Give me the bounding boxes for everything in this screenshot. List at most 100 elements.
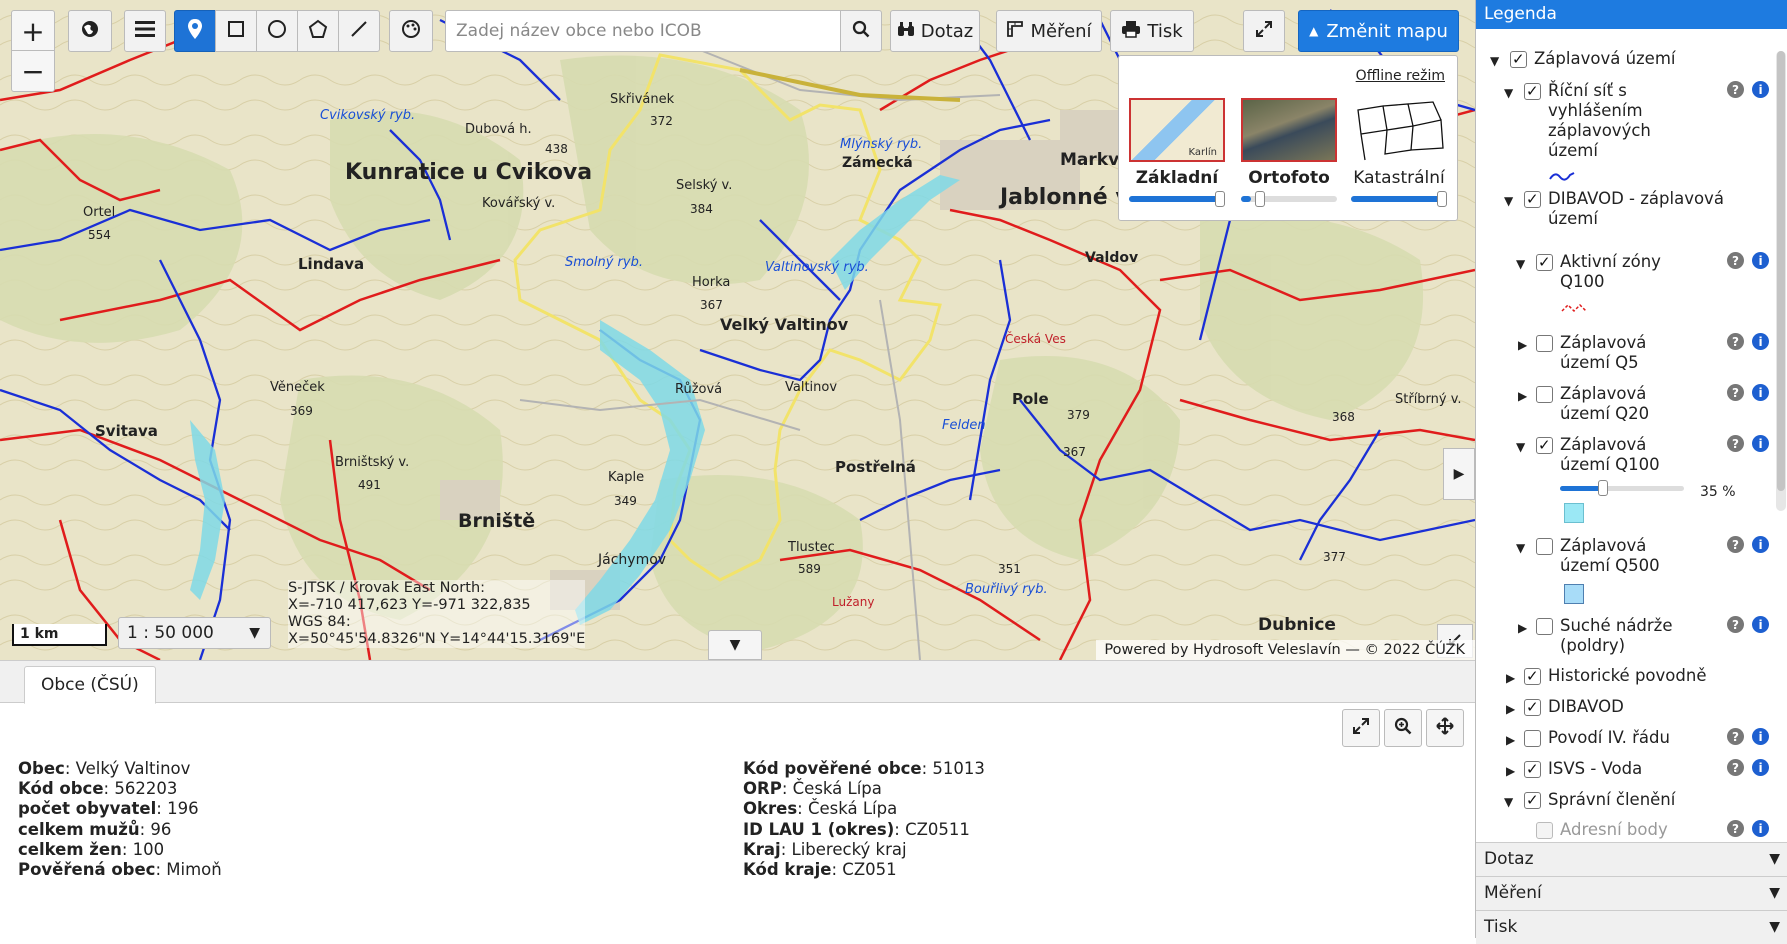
print-button-label: Tisk [1147,20,1183,42]
section-mereni-label: Měření [1484,883,1542,903]
section-mereni[interactable]: Měření ▼ [1476,876,1787,910]
basemap-option-katastralni[interactable]: Katastrální [1351,98,1447,207]
toggle-legend-button[interactable]: ▶ [1443,448,1475,500]
legend-scrollbar-thumb[interactable] [1777,51,1785,491]
legend-checkbox[interactable] [1524,790,1541,810]
basemap-thumb-ortofoto [1241,98,1337,162]
legend-scrollbar[interactable] [1776,51,1786,511]
zoom-out-button[interactable]: − [11,50,55,92]
layers-menu-button[interactable] [124,10,166,52]
info-icon[interactable]: i [1752,252,1769,269]
legend-title[interactable]: Legenda [1476,0,1787,29]
legend-symbol-river [1549,172,1575,181]
basemap-option-ortofoto[interactable]: Ortofoto [1241,98,1337,207]
offline-mode-link[interactable]: Offline režim [1356,68,1445,84]
help-icon[interactable]: ? [1727,435,1744,452]
zoom-in-button[interactable]: + [11,10,55,52]
select-rectangle-button[interactable] [215,10,257,52]
section-tisk[interactable]: Tisk ▼ [1476,910,1787,944]
legend-checkbox[interactable] [1524,697,1541,717]
zoom-to-feature-button[interactable] [1384,709,1422,747]
help-icon[interactable]: ? [1727,384,1744,401]
info-icon[interactable]: i [1752,728,1769,745]
help-icon[interactable]: ? [1727,252,1744,269]
caret-up-icon: ▲ [1309,24,1319,38]
caret-down-icon[interactable]: ▼ [1516,538,1525,558]
caret-right-icon[interactable]: ▶ [1518,386,1527,406]
info-icon[interactable]: i [1752,333,1769,350]
legend-checkbox[interactable] [1524,81,1541,101]
query-button[interactable]: Dotaz [890,10,980,52]
search-button[interactable] [840,10,882,52]
legend-checkbox[interactable] [1510,49,1527,69]
caret-down-icon[interactable]: ▼ [1504,792,1513,812]
caret-down-icon[interactable]: ▼ [1504,191,1513,211]
legend-checkbox[interactable] [1524,759,1541,779]
caret-right-icon[interactable]: ▶ [1518,618,1527,638]
q100-opacity-slider[interactable] [1560,480,1684,496]
basemap-opacity-slider-zakladni[interactable] [1129,191,1225,207]
info-icon[interactable]: i [1752,81,1769,98]
legend-checkbox[interactable] [1536,618,1553,635]
legend-checkbox[interactable] [1536,386,1553,403]
caret-down-icon[interactable]: ▼ [1490,51,1499,71]
pan-to-feature-button[interactable] [1426,709,1464,747]
info-icon[interactable]: i [1752,435,1769,452]
ruler-icon [1006,20,1024,42]
map-view[interactable]: Kunratice u Cvikova Lindava Svitava Brni… [0,0,1475,660]
legend-checkbox[interactable] [1524,189,1541,209]
globe-button[interactable] [68,10,112,52]
q100-opacity-knob[interactable] [1598,480,1608,496]
scale-select[interactable]: 1 : 50 000 ▼ [118,617,271,649]
legend-checkbox[interactable] [1524,730,1541,747]
info-icon[interactable]: i [1752,820,1769,837]
caret-right-icon[interactable]: ▶ [1506,730,1515,750]
legend-checkbox[interactable] [1536,252,1553,272]
globe-icon [80,19,100,43]
caret-right-icon[interactable]: ▶ [1506,761,1515,781]
help-icon[interactable]: ? [1727,728,1744,745]
print-button[interactable]: Tisk [1110,10,1194,52]
search-input[interactable] [445,10,842,52]
info-icon[interactable]: i [1752,759,1769,776]
legend-tree[interactable]: ▼ Záplavová území ▼ Říční síť s vyhlášen… [1476,29,1787,842]
basemap-opacity-slider-katastralni[interactable] [1351,191,1447,207]
help-icon[interactable]: ? [1727,81,1744,98]
legend-checkbox[interactable] [1524,666,1541,686]
legend-checkbox[interactable] [1536,538,1553,555]
fullscreen-button[interactable] [1243,10,1285,52]
help-icon[interactable]: ? [1727,759,1744,776]
change-map-button[interactable]: ▲ Změnit mapu [1298,10,1459,52]
info-icon[interactable]: i [1752,384,1769,401]
caret-down-icon[interactable]: ▼ [1504,83,1513,103]
caret-right-icon[interactable]: ▶ [1506,668,1515,688]
legend-checkbox[interactable] [1536,435,1553,455]
help-icon[interactable]: ? [1727,333,1744,350]
attr-row: Kód kraje: CZ051 [743,860,897,880]
help-icon[interactable]: ? [1727,536,1744,553]
help-icon[interactable]: ? [1727,820,1744,837]
select-line-button[interactable] [338,10,380,52]
tab-obce[interactable]: Obce (ČSÚ) [24,666,156,704]
caret-down-icon[interactable]: ▼ [1516,437,1525,457]
caret-right-icon[interactable]: ▶ [1506,699,1515,719]
legend-checkbox[interactable] [1536,335,1553,352]
collapse-bottom-panel-button[interactable]: ▼ [708,630,762,660]
basemap-opacity-slider-ortofoto[interactable] [1241,191,1337,207]
attribution-link[interactable]: Hydrosoft Veleslavín [1193,642,1341,658]
help-icon[interactable]: ? [1727,616,1744,633]
section-tisk-label: Tisk [1484,917,1518,937]
section-dotaz[interactable]: Dotaz ▼ [1476,842,1787,876]
select-polygon-button[interactable] [297,10,339,52]
caret-down-icon[interactable]: ▼ [1516,254,1525,274]
info-icon[interactable]: i [1752,616,1769,633]
zoom-extent-button[interactable] [1342,709,1380,747]
style-button[interactable] [389,10,433,52]
measure-button[interactable]: Měření [996,10,1102,52]
select-point-button[interactable] [174,10,216,52]
caret-right-icon[interactable]: ▶ [1518,335,1527,355]
select-circle-button[interactable] [256,10,298,52]
legend-checkbox[interactable] [1536,822,1553,839]
info-icon[interactable]: i [1752,536,1769,553]
basemap-option-zakladni[interactable]: Karlín Základní [1129,98,1225,207]
